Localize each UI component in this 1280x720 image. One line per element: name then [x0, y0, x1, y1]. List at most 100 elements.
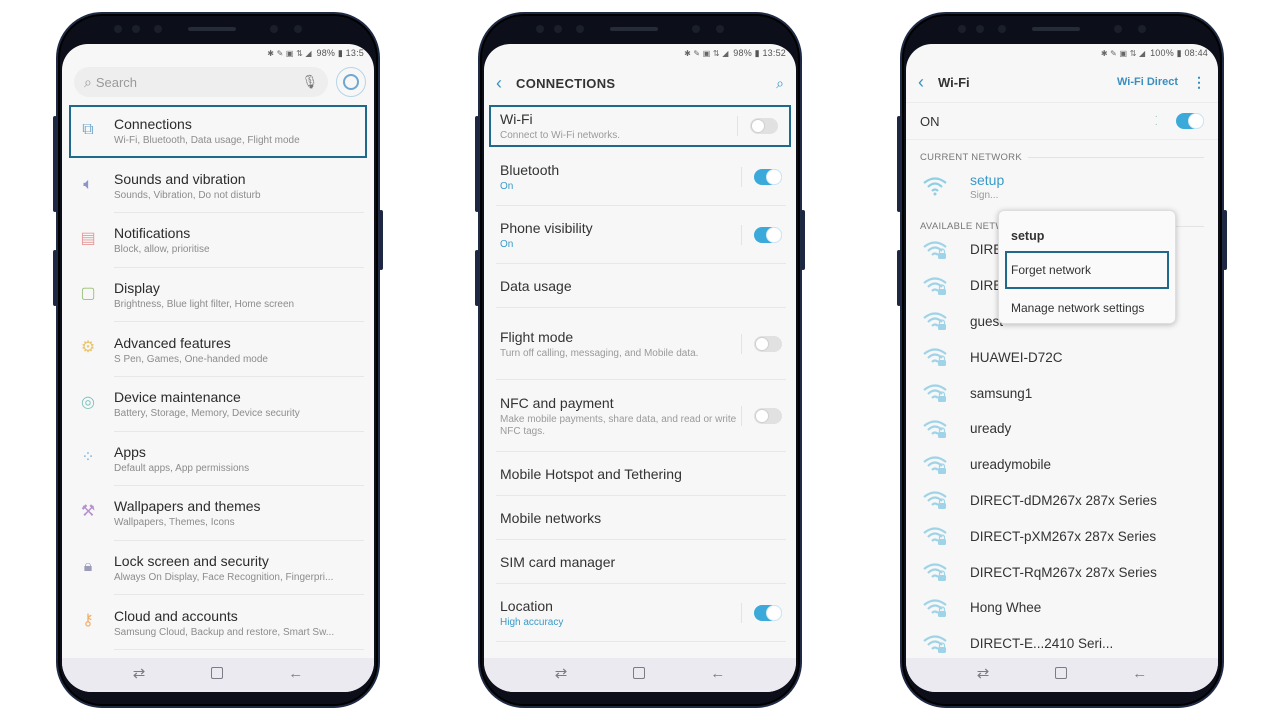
network-item[interactable]: ureadymobile: [906, 447, 1218, 483]
search-placeholder: Search: [95, 74, 138, 90]
item-subtitle: Turn off calling, messaging, and Mobile …: [500, 347, 699, 359]
toggle-switch[interactable]: [754, 169, 782, 185]
settings-item-advanced-features[interactable]: ⚙ Advanced features S Pen, Games, One-hand…: [62, 322, 374, 377]
status-bar: ✱ ✎ ▣ ⇅ ◢ 100% ▮ 08:44: [906, 44, 1218, 62]
recent-apps-button[interactable]: ⇄: [133, 664, 146, 682]
app-header: ‹ CONNECTIONS ⌕: [484, 62, 796, 104]
network-item[interactable]: DIRECT-pXM267x 287x Series: [906, 518, 1218, 554]
more-vert-icon[interactable]: ⋮: [1192, 74, 1206, 91]
wifi-toggle[interactable]: [1176, 113, 1204, 129]
bixby-button: [475, 250, 479, 306]
connections-item-wi-fi[interactable]: Wi-Fi Connect to Wi-Fi networks.: [488, 104, 792, 148]
connections-item-nfc-and-payment[interactable]: NFC and payment Make mobile payments, sha…: [484, 380, 796, 452]
settings-item-lock-screen-and-security[interactable]: 🔒︎ Lock screen and security Always On Disp…: [62, 541, 374, 596]
settings-list: ⧉ Connections Wi-Fi, Bluetooth, Data usage…: [62, 100, 374, 650]
settings-item-connections[interactable]: ⧉ Connections Wi-Fi, Bluetooth, Data usage…: [68, 104, 368, 159]
battery-level: 98%: [733, 48, 752, 58]
item-subtitle: On: [500, 238, 514, 250]
bixby-button: [53, 250, 57, 306]
clock: 08:44: [1184, 48, 1208, 58]
status-icons: ✱ ✎ ▣ ⇅ ◢: [684, 49, 729, 58]
back-button[interactable]: ←: [710, 665, 725, 682]
connections-item-sim-card-manager[interactable]: SIM card manager: [484, 540, 796, 584]
search-icon[interactable]: ⌕: [776, 75, 784, 92]
network-item[interactable]: samsung1: [906, 375, 1218, 411]
item-title: Lock screen and security: [114, 553, 269, 570]
network-name: DIRECT-dDM267x 287x Series: [970, 492, 1157, 508]
screen: ✱ ✎ ▣ ⇅ ◢ 98% ▮ 13:52 ‹ CONNECTIONS ⌕ Wi…: [484, 44, 796, 692]
clock: 13:52: [762, 48, 786, 58]
network-item[interactable]: HUAWEI-D72C: [906, 339, 1218, 375]
divider: [741, 334, 742, 354]
wifi-secured-icon: [922, 634, 948, 654]
recent-apps-button[interactable]: ⇄: [555, 664, 568, 682]
network-item[interactable]: uready: [906, 411, 1218, 447]
mic-icon[interactable]: 🎙︎: [301, 74, 318, 90]
connections-item-data-usage[interactable]: Data usage: [484, 264, 796, 308]
item-subtitle: Battery, Storage, Memory, Device securit…: [114, 408, 300, 420]
back-icon[interactable]: ‹: [918, 72, 924, 93]
item-title: Bluetooth: [500, 161, 560, 178]
item-title: SIM card manager: [500, 554, 616, 570]
wifi-secured-icon: [922, 240, 948, 260]
search-input[interactable]: ⌕ Search 🎙︎: [74, 67, 328, 97]
item-subtitle: Samsung Cloud, Backup and restore, Smart…: [114, 626, 335, 638]
home-button[interactable]: [1054, 667, 1067, 679]
home-button[interactable]: [210, 667, 223, 679]
recent-apps-button[interactable]: ⇄: [977, 664, 990, 682]
network-item[interactable]: DIRECT-dDM267x 287x Series: [906, 483, 1218, 519]
settings-item-device-maintenance[interactable]: ◎ Device maintenance Battery, Storage, Mem…: [62, 377, 374, 432]
toggle-switch[interactable]: [754, 605, 782, 621]
item-subtitle: On: [500, 180, 514, 192]
connections-item-phone-visibility[interactable]: Phone visibility On: [484, 206, 796, 264]
connections-item-mobile-networks[interactable]: Mobile networks: [484, 496, 796, 540]
network-item[interactable]: DIRECT-E...2410 Seri...: [906, 626, 1218, 662]
item-subtitle: Sounds, Vibration, Do not disturb: [114, 189, 261, 201]
back-button[interactable]: ←: [288, 665, 303, 682]
connections-item-location[interactable]: Location High accuracy: [484, 584, 796, 642]
settings-item-apps[interactable]: ⁘ Apps Default apps, App permissions: [62, 432, 374, 487]
nav-bar: ⇄ ←: [62, 658, 374, 692]
forget-network-option[interactable]: Forget network: [1005, 251, 1169, 289]
key-icon: ⚷: [82, 612, 94, 630]
item-title: Data usage: [500, 278, 572, 294]
toggle-switch[interactable]: [754, 227, 782, 243]
item-subtitle: Make mobile payments, share data, and re…: [500, 413, 737, 437]
wifi-secured-icon: [922, 526, 948, 546]
wifi-master-row[interactable]: ON · ·: [906, 102, 1218, 140]
account-button[interactable]: [336, 67, 366, 97]
clock: 13:5: [345, 48, 364, 58]
connections-item-flight-mode[interactable]: Flight mode Turn off calling, messaging, …: [484, 308, 796, 380]
connections-item-bluetooth[interactable]: Bluetooth On: [484, 148, 796, 206]
search-icon: ⌕: [84, 73, 92, 90]
home-button[interactable]: [632, 667, 645, 679]
battery-level: 98%: [316, 48, 336, 58]
wifi-signal-icon: [922, 176, 948, 196]
connections-item-mobile-hotspot-and-tethering[interactable]: Mobile Hotspot and Tethering: [484, 452, 796, 496]
back-icon[interactable]: ‹: [496, 73, 502, 94]
network-context-menu: setup Forget network Manage network sett…: [998, 210, 1176, 324]
page-title: Wi-Fi: [938, 74, 970, 90]
toggle-switch[interactable]: [754, 408, 782, 424]
settings-item-notifications[interactable]: ▤ Notifications Block, allow, prioritise: [62, 213, 374, 268]
settings-item-wallpapers-and-themes[interactable]: ⚒ Wallpapers and themes Wallpapers, Themes…: [62, 486, 374, 541]
toggle-switch[interactable]: [754, 336, 782, 352]
settings-item-sounds-and-vibration[interactable]: 🔈︎ Sounds and vibration Sounds, Vibration,…: [62, 159, 374, 214]
toggle-switch[interactable]: [750, 118, 778, 134]
manage-network-settings-option[interactable]: Manage network settings: [999, 289, 1175, 327]
item-title: Device maintenance: [114, 389, 241, 406]
network-name: samsung1: [970, 385, 1033, 401]
item-title: Wi-Fi: [500, 110, 533, 127]
item-title: Sounds and vibration: [114, 170, 246, 187]
back-button[interactable]: ←: [1132, 665, 1147, 682]
network-item[interactable]: Hong Whee: [906, 590, 1218, 626]
wifi-direct-button[interactable]: Wi-Fi Direct: [1117, 76, 1178, 88]
settings-item-cloud-and-accounts[interactable]: ⚷ Cloud and accounts Samsung Cloud, Backup…: [62, 595, 374, 650]
nav-bar: ⇄ ←: [906, 658, 1218, 692]
power-button: [801, 210, 805, 270]
wifi-state-label: ON: [920, 113, 940, 129]
wifi-secured-icon: [922, 598, 948, 618]
settings-item-display[interactable]: ▢ Display Brightness, Blue light filter, H…: [62, 268, 374, 323]
network-item[interactable]: DIRECT-RqM267x 287x Series: [906, 554, 1218, 590]
current-network[interactable]: setup Sign...: [906, 163, 1218, 209]
